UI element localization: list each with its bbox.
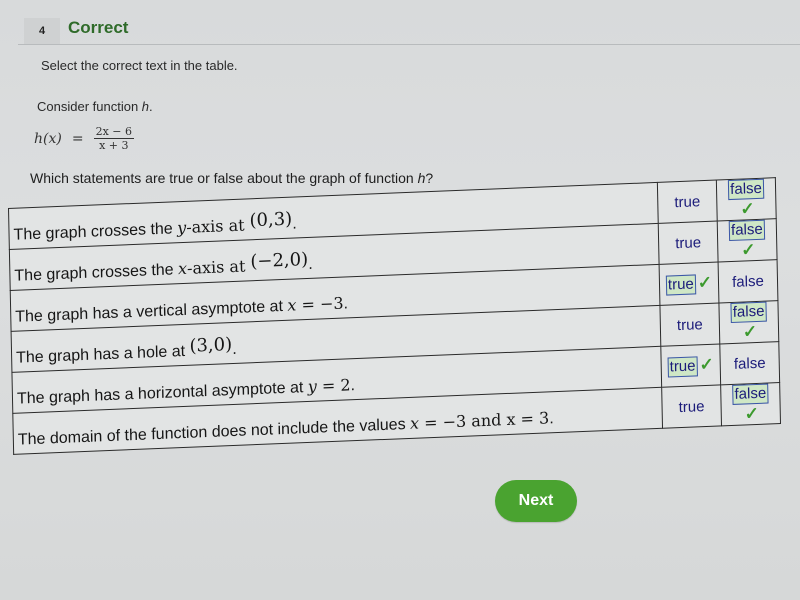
option-cell-false: false (719, 341, 780, 385)
statement-math: -axis at (186, 215, 250, 237)
statement-variable: y (176, 217, 187, 238)
option-true[interactable]: true (674, 234, 702, 252)
option-cell-true: true (659, 302, 720, 347)
checkmark-icon: ✓ (697, 272, 713, 292)
option-cell-false: false✓ (718, 300, 779, 344)
option-false[interactable]: false (731, 272, 765, 290)
statement-text: The graph crosses the (14, 261, 179, 285)
option-false[interactable]: false (732, 383, 769, 405)
formula-equals: = (71, 130, 84, 147)
function-name: h (141, 99, 150, 114)
option-true[interactable]: true (673, 193, 701, 211)
checkmark-icon: ✓ (741, 240, 756, 260)
option-cell-true: true (657, 180, 718, 224)
statement-point: (0,3) (249, 208, 293, 232)
option-true[interactable]: true (667, 355, 698, 378)
option-cell-true: true ✓ (659, 262, 719, 306)
option-cell-true: true (658, 221, 719, 265)
statement-period: . (308, 255, 313, 273)
statement-math: -axis at (186, 256, 251, 278)
statement-period: . (292, 215, 297, 233)
option-cell-false: false✓ (716, 177, 777, 222)
option-cell-true: true ✓ (660, 343, 721, 388)
statement-math: = −3 (296, 293, 344, 315)
option-cell-false: false (718, 259, 778, 303)
option-false[interactable]: false (733, 354, 767, 372)
statement-period: . (350, 377, 356, 395)
statements-table-wrapper: The graph crosses the y-axis at (0,3). tr… (8, 177, 782, 455)
statement-math: = 2 (316, 375, 351, 396)
formula-fraction: 2x − 6 x + 3 (93, 125, 134, 152)
statement-math: = −3 and x = 3 (418, 408, 550, 433)
statement-period: . (232, 340, 237, 359)
question-header: 4 Correct (18, 14, 800, 45)
option-true[interactable]: true (677, 398, 705, 416)
consider-text: Consider function h. (37, 99, 153, 114)
consider-prefix: Consider function (37, 99, 142, 114)
checkmark-icon: ✓ (742, 321, 758, 342)
option-cell-false: false✓ (720, 382, 781, 426)
option-cell-true: true (661, 384, 722, 429)
option-cell-false: false✓ (717, 218, 778, 263)
option-true[interactable]: true (665, 273, 697, 296)
checkmark-icon: ✓ (740, 199, 755, 219)
statement-period: . (343, 295, 349, 313)
instruction-text: Select the correct text in the table. (41, 58, 238, 73)
statement-variable: x (177, 258, 188, 279)
formula-numerator: 2x − 6 (93, 125, 134, 139)
statement-text: The graph crosses the (13, 220, 178, 244)
statement-variable: y (307, 376, 318, 397)
question-prefix: Which statements are true or false about… (30, 170, 418, 186)
statement-point: (3,0) (189, 334, 233, 357)
statement-text: The graph has a hole at (15, 342, 190, 367)
question-suffix: ? (425, 170, 434, 186)
statements-table: The graph crosses the y-axis at (0,3). tr… (8, 177, 782, 455)
formula-denominator: x + 3 (99, 139, 129, 152)
option-true[interactable]: true (676, 316, 704, 334)
function-formula: h(x) = 2x − 6 x + 3 (34, 125, 134, 152)
statement-point: (−2,0) (250, 248, 309, 273)
statement-period: . (549, 410, 554, 428)
formula-lhs: h(x) (34, 130, 62, 147)
option-false[interactable]: false (728, 178, 765, 201)
option-false[interactable]: false (730, 301, 767, 324)
question-text: Which statements are true or false about… (30, 170, 433, 186)
checkmark-icon: ✓ (744, 403, 760, 424)
consider-suffix: . (149, 99, 153, 114)
option-false[interactable]: false (728, 219, 765, 242)
question-number: 4 (24, 18, 60, 44)
status-label: Correct (68, 18, 129, 37)
statement-text: The domain of the function does not incl… (17, 415, 411, 449)
next-button[interactable]: Next (495, 480, 577, 522)
checkmark-icon: ✓ (699, 354, 714, 374)
